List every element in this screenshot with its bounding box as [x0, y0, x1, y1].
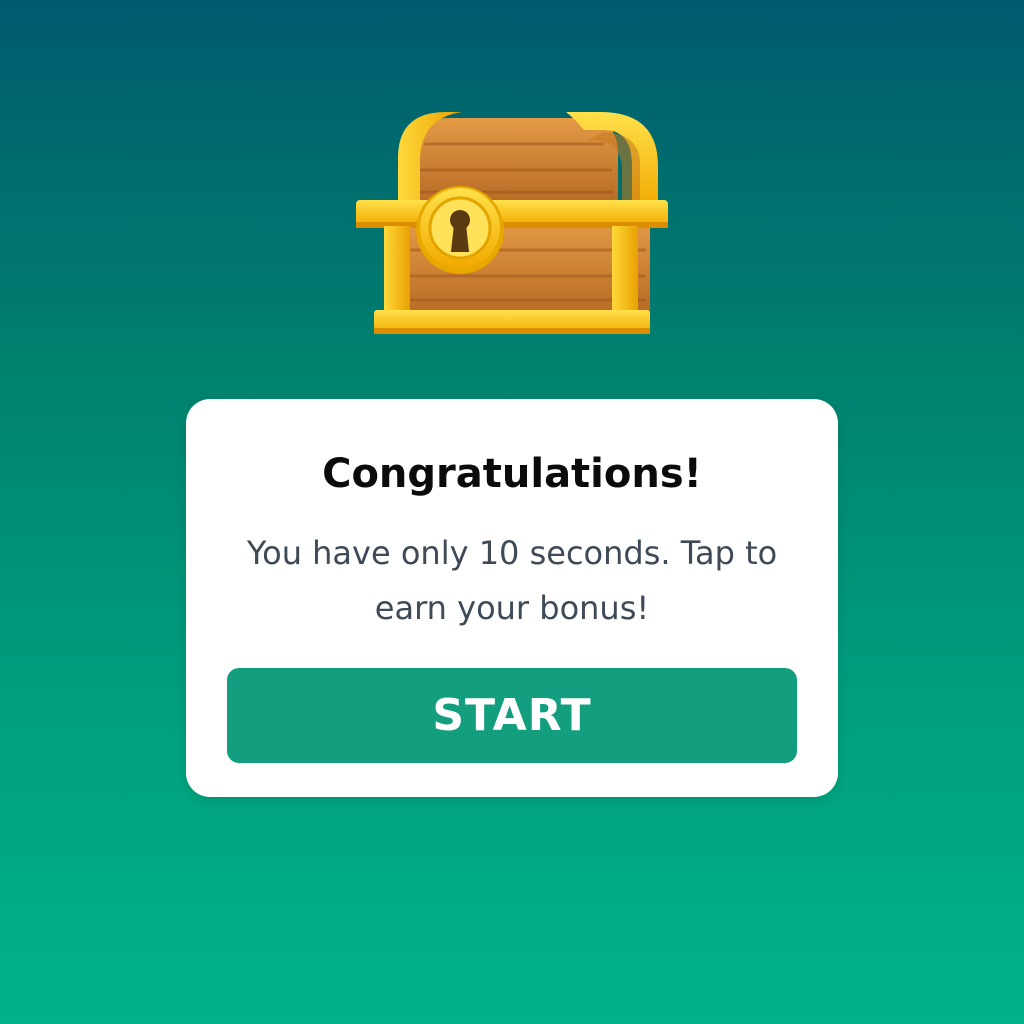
start-button[interactable]: START — [227, 668, 797, 763]
dialog-message: You have only 10 seconds. Tap to earn yo… — [246, 534, 778, 627]
dialog-title: Congratulations! — [322, 451, 702, 497]
treasure-chest-icon — [350, 104, 674, 340]
